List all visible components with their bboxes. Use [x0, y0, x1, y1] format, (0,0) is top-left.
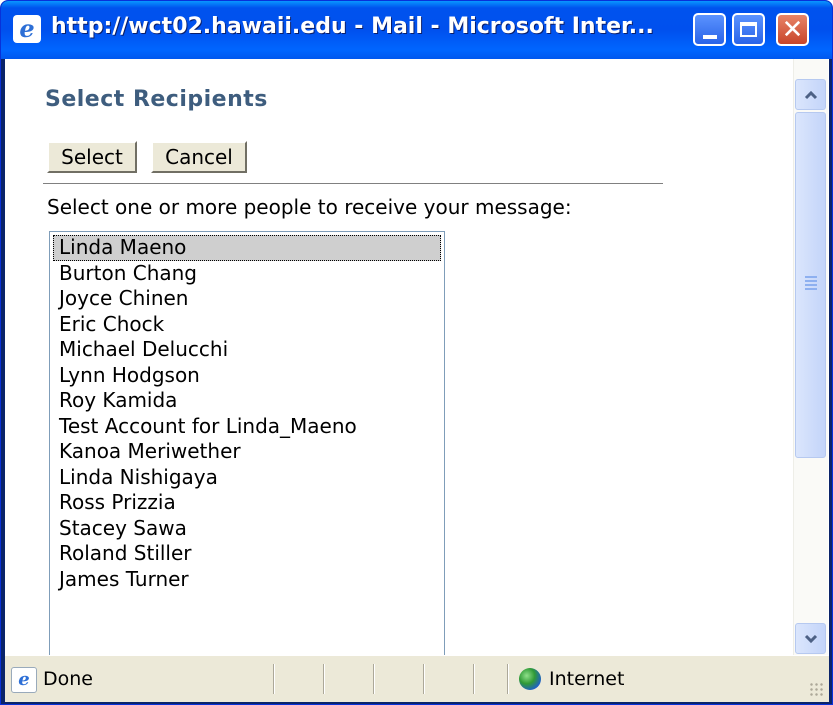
recipient-option[interactable]: Test Account for Linda_Maeno — [53, 414, 441, 440]
page-content: Select Recipients Select Cancel Select o… — [5, 59, 829, 661]
browser-window: e http://wct02.hawaii.edu - Mail - Micro… — [0, 0, 833, 705]
recipient-option[interactable]: Roy Kamida — [53, 388, 441, 414]
maximize-button[interactable] — [732, 13, 765, 46]
page-done-icon: e — [11, 667, 37, 693]
status-bar: e Done Internet — [5, 655, 829, 702]
recipient-option[interactable]: Kanoa Meriwether — [53, 439, 441, 465]
status-separator — [507, 664, 509, 694]
recipient-option[interactable]: James Turner — [53, 567, 441, 593]
security-zone-label: Internet — [549, 668, 625, 690]
minimize-icon — [702, 34, 717, 39]
internet-globe-icon — [519, 668, 541, 690]
recipient-listbox[interactable]: Linda Maeno Burton Chang Joyce Chinen Eric … — [49, 231, 445, 661]
status-text: Done — [43, 668, 93, 690]
recipient-option[interactable]: Stacey Sawa — [53, 516, 441, 542]
recipient-option[interactable]: Burton Chang — [53, 261, 441, 287]
maximize-icon — [740, 22, 757, 37]
status-separator — [473, 664, 475, 694]
cancel-button[interactable]: Cancel — [151, 141, 247, 173]
status-separator — [423, 664, 425, 694]
status-separator — [323, 664, 325, 694]
scroll-down-button[interactable] — [795, 623, 826, 654]
minimize-button[interactable] — [693, 13, 726, 46]
divider — [43, 183, 663, 185]
close-icon: ✕ — [781, 14, 804, 45]
window-title: http://wct02.hawaii.edu - Mail - Microso… — [51, 14, 654, 39]
status-separator — [373, 664, 375, 694]
recipient-option[interactable]: Lynn Hodgson — [53, 363, 441, 389]
status-separator — [273, 664, 275, 694]
scroll-up-button[interactable] — [795, 79, 826, 110]
close-button[interactable]: ✕ — [776, 13, 809, 46]
title-bar[interactable]: e http://wct02.hawaii.edu - Mail - Micro… — [1, 1, 832, 59]
recipient-option[interactable]: Michael Delucchi — [53, 337, 441, 363]
scroll-thumb[interactable] — [795, 112, 826, 458]
scroll-grip-icon — [805, 276, 817, 292]
chevron-up-icon — [804, 90, 817, 99]
internet-explorer-icon[interactable]: e — [13, 15, 41, 43]
page-title: Select Recipients — [45, 87, 268, 112]
instructions-text: Select one or more people to receive you… — [47, 195, 572, 219]
vertical-scrollbar[interactable] — [793, 59, 828, 655]
chevron-down-icon — [804, 634, 817, 643]
recipient-option[interactable]: Eric Chock — [53, 312, 441, 338]
resize-grip-icon[interactable] — [809, 682, 825, 698]
recipient-option[interactable]: Ross Prizzia — [53, 490, 441, 516]
select-button[interactable]: Select — [47, 141, 137, 173]
recipient-option[interactable]: Joyce Chinen — [53, 286, 441, 312]
recipient-option[interactable]: Linda Nishigaya — [53, 465, 441, 491]
recipient-option[interactable]: Linda Maeno — [53, 235, 441, 261]
recipient-option[interactable]: Roland Stiller — [53, 541, 441, 567]
